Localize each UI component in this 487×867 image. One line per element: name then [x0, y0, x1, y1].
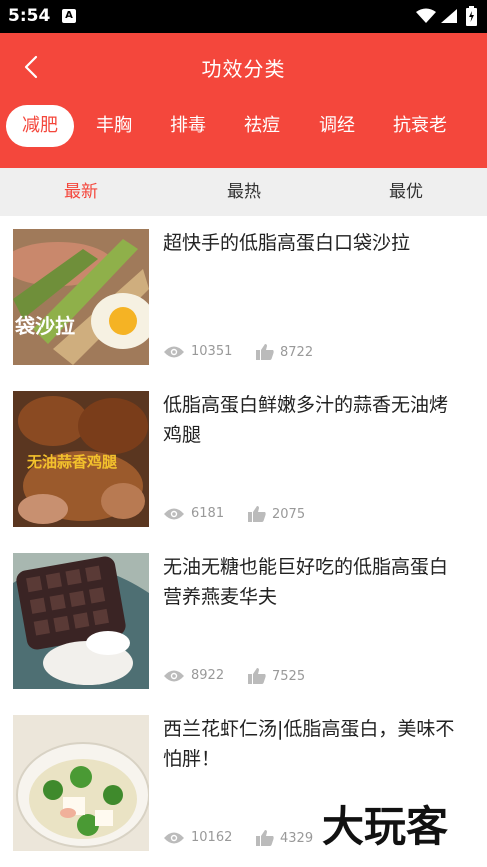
sort-bar: 最新 最热 最优 [0, 168, 487, 216]
status-time: 5:54 [8, 6, 51, 26]
watermark-logo: 大玩客 [321, 801, 450, 853]
recipe-title: 西兰花虾仁汤|低脂高蛋白，美味不怕胖！ [163, 718, 455, 770]
category-tab-jianfei[interactable]: 减肥 [6, 105, 74, 147]
recipe-item[interactable]: 无油蒜香鸡腿 低脂高蛋白鲜嫩多汁的蒜香无油烤鸡腿 6181 2075 [0, 378, 487, 540]
view-count: 6181 [163, 506, 224, 521]
view-count-value: 6181 [191, 506, 225, 521]
category-tab-qudou[interactable]: 祛痘 [244, 105, 280, 147]
recipe-thumbnail: 袋沙拉 [13, 229, 149, 365]
thumbs-up-icon [248, 668, 266, 684]
recipe-thumbnail: 无油蒜香鸡腿 [13, 391, 149, 527]
sort-tab-hottest[interactable]: 最热 [184, 168, 304, 216]
sort-tab-newest[interactable]: 最新 [21, 168, 141, 216]
page-title: 功效分类 [201, 57, 286, 81]
view-count-value: 8922 [191, 668, 225, 683]
view-count-value: 10162 [191, 830, 233, 845]
eye-icon [164, 508, 184, 519]
eye-icon [164, 670, 184, 681]
category-tab-fengxiong[interactable]: 丰胸 [96, 105, 132, 147]
view-count: 10351 [163, 344, 232, 359]
view-count: 8922 [163, 668, 224, 683]
category-tab-paidu[interactable]: 排毒 [170, 105, 206, 147]
watermark-text: 大玩客 [322, 802, 448, 851]
category-tab-kangshuailao[interactable]: 抗衰老 [393, 105, 447, 147]
recipe-title: 低脂高蛋白鲜嫩多汁的蒜香无油烤鸡腿 [163, 394, 449, 446]
like-count: 4329 [256, 830, 313, 846]
recipe-item[interactable]: 袋沙拉 超快手的低脂高蛋白口袋沙拉 10351 8722 [0, 216, 487, 378]
recipe-thumbnail [13, 715, 149, 851]
like-count-value: 2075 [272, 506, 306, 522]
view-count: 10162 [163, 830, 232, 845]
eye-icon [164, 832, 184, 843]
like-count-value: 8722 [280, 344, 314, 360]
category-tab-tiaojing[interactable]: 调经 [319, 105, 355, 147]
thumb-overlay-text: 袋沙拉 [14, 314, 75, 338]
thumbs-up-icon [256, 830, 274, 846]
view-count-value: 10351 [191, 344, 233, 359]
signal-icon [441, 9, 457, 23]
recipe-title: 无油无糖也能巨好吃的低脂高蛋白营养燕麦华夫 [163, 556, 449, 608]
category-tabs: 减肥 丰胸 排毒 祛痘 调经 抗衰老 [0, 105, 487, 147]
status-bar: 5:54 A [0, 0, 487, 33]
recipe-thumbnail [13, 553, 149, 689]
like-count: 7525 [248, 668, 305, 684]
header: 功效分类 减肥 丰胸 排毒 祛痘 调经 抗衰老 [0, 33, 487, 168]
notification-icon: A [62, 9, 76, 23]
recipe-item[interactable]: 无油无糖也能巨好吃的低脂高蛋白营养燕麦华夫 8922 7525 [0, 540, 487, 702]
thumbs-up-icon [256, 344, 274, 360]
like-count-value: 7525 [272, 668, 306, 684]
battery-icon [466, 6, 477, 26]
wifi-icon [416, 8, 436, 23]
thumbs-up-icon [248, 506, 266, 522]
eye-icon [164, 346, 184, 357]
sort-tab-best[interactable]: 最优 [346, 168, 466, 216]
like-count-value: 4329 [280, 830, 314, 846]
recipe-title: 超快手的低脂高蛋白口袋沙拉 [163, 232, 411, 254]
like-count: 2075 [248, 506, 305, 522]
thumb-overlay-text: 无油蒜香鸡腿 [26, 453, 117, 471]
like-count: 8722 [256, 344, 313, 360]
